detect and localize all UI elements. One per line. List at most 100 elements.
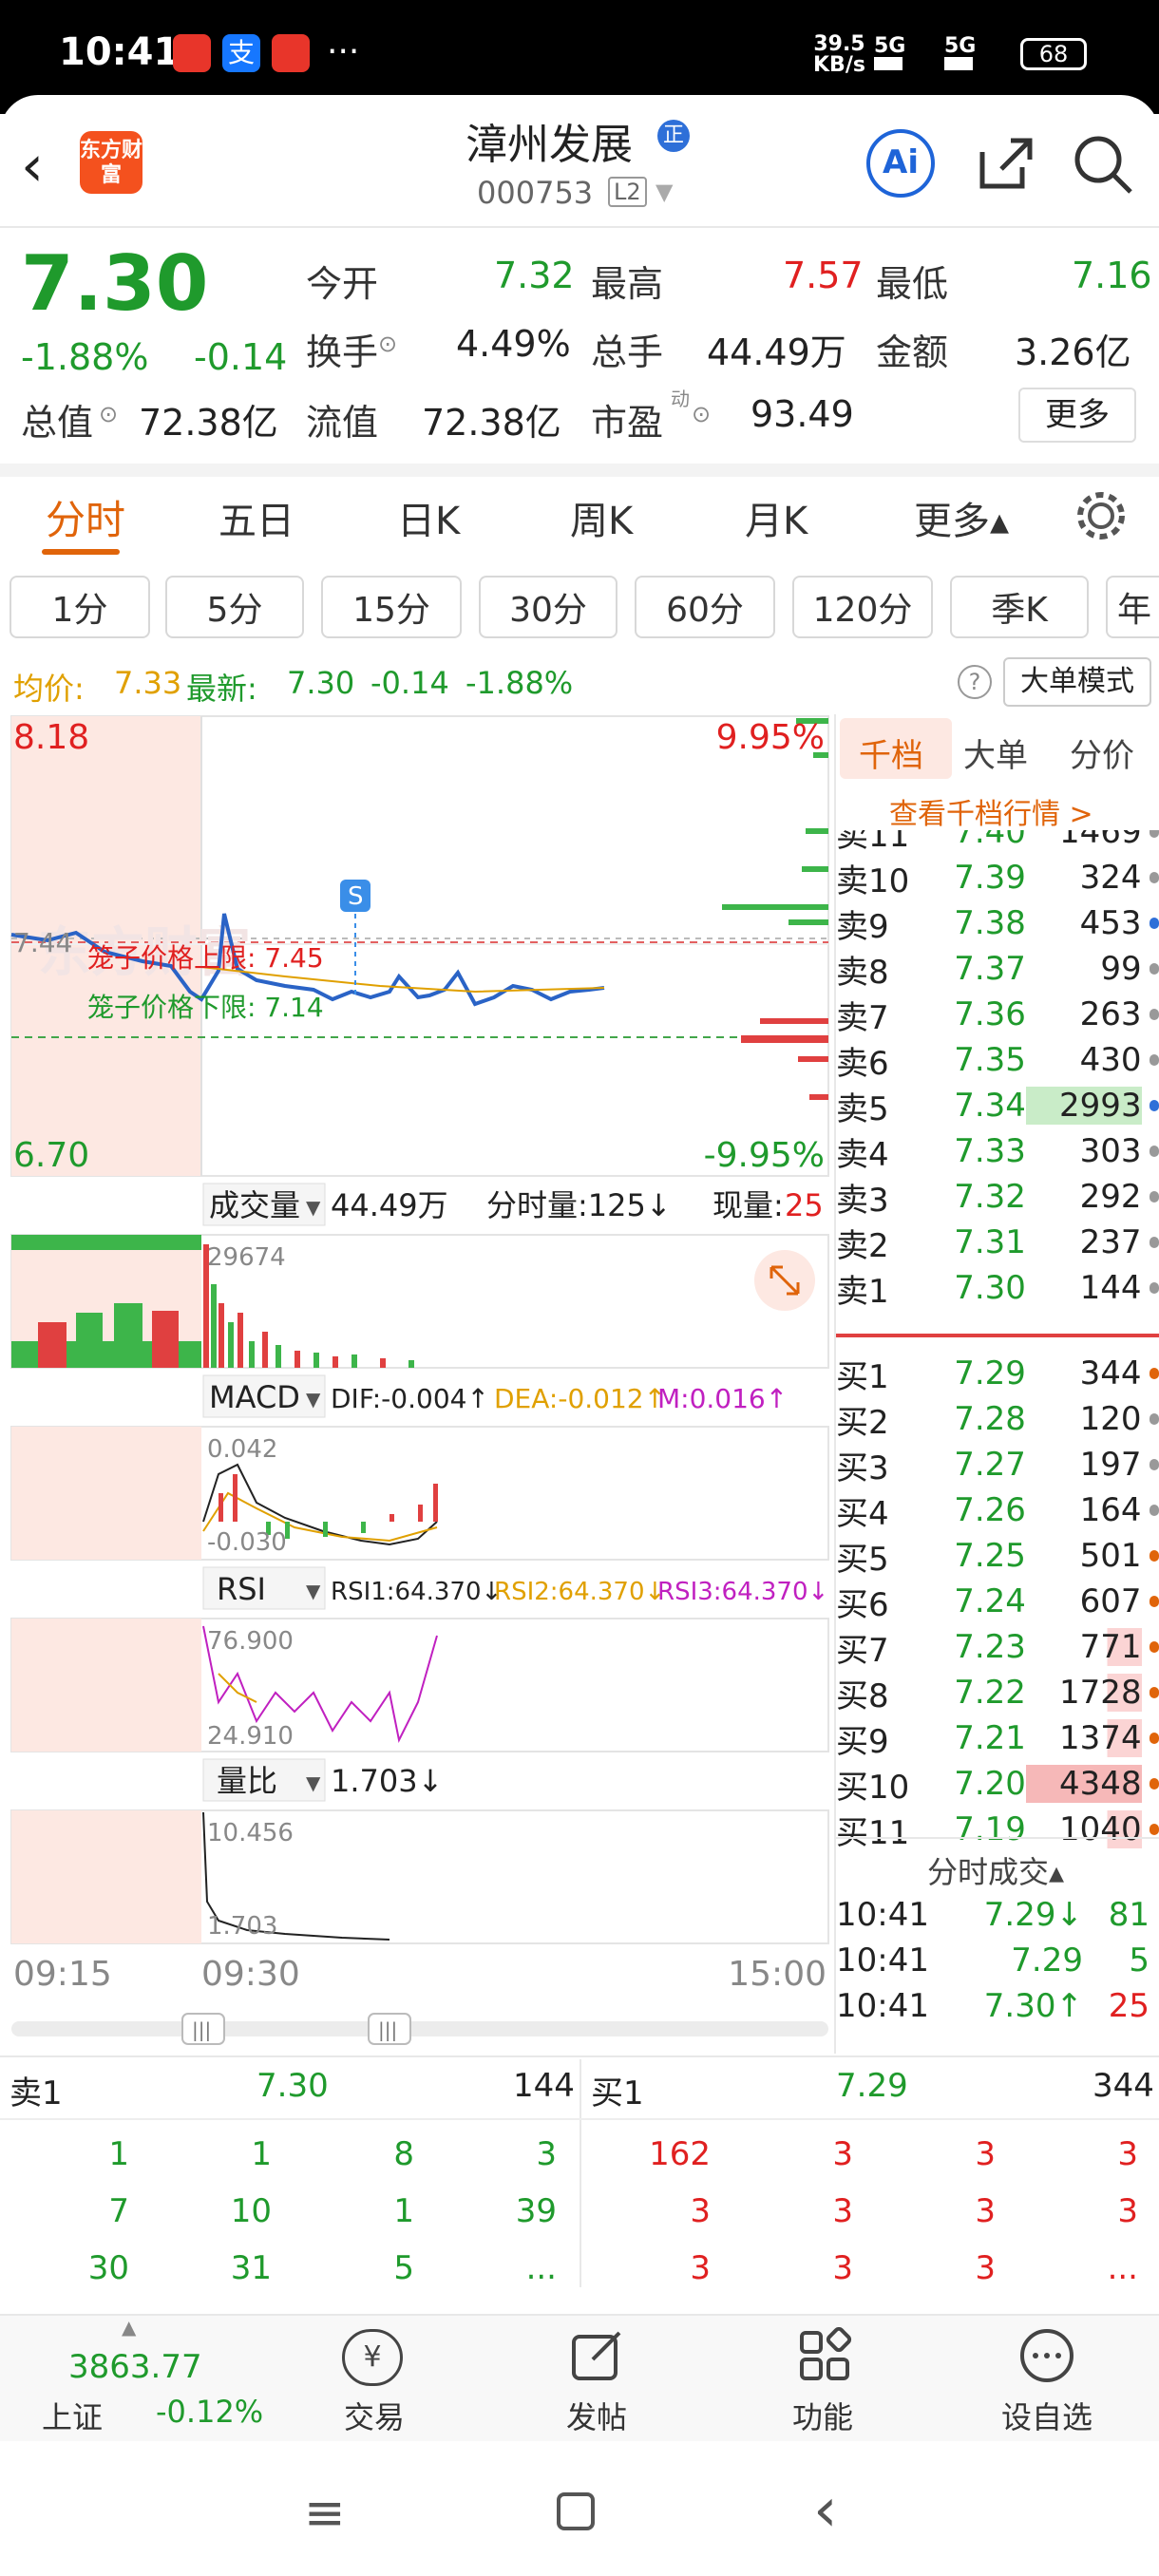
period-30min[interactable]: 30分: [479, 576, 618, 638]
gear-icon[interactable]: [1074, 488, 1129, 543]
ask-row[interactable]: 卖7 7.36 263: [836, 992, 1159, 1037]
back-icon[interactable]: ‹: [21, 133, 44, 199]
level2-badge[interactable]: L2: [608, 177, 647, 207]
macd-dropdown-icon: ▼: [306, 1388, 321, 1411]
order-dot-icon: [1149, 1550, 1159, 1562]
intraday-chart[interactable]: 东方财富 S 8.18 6.70 9.95% -9.95% 7.44 笼子价格上…: [0, 714, 836, 2054]
queue-row: 3 3 3 3: [581, 2183, 1151, 2240]
rsi-dropdown-icon: ▼: [306, 1580, 321, 1602]
nav-trade[interactable]: 交易: [279, 2394, 469, 2437]
bid-book: 买1 7.29 344 买2 7.28 120 买3 7.27 197 买4 7.26 164 买5 7.…: [836, 1351, 1159, 1852]
view-depth-link[interactable]: 查看千档行情 >: [889, 790, 1093, 832]
bid-level: 买10: [836, 1768, 910, 1807]
ask-row[interactable]: 卖3 7.32 292: [836, 1174, 1159, 1220]
bid-row[interactable]: 买9 7.21 1374: [836, 1715, 1159, 1761]
bid-level: 买7: [836, 1631, 889, 1670]
ask-row[interactable]: 卖10 7.39 324: [836, 855, 1159, 900]
bid-row[interactable]: 买5 7.25 501: [836, 1533, 1159, 1579]
nav-functions[interactable]: 功能: [728, 2394, 918, 2437]
mcap-info-icon[interactable]: ⊙: [99, 401, 118, 427]
tick-time: 10:41: [836, 1941, 929, 1979]
bid-row[interactable]: 买10 7.20 4348: [836, 1761, 1159, 1807]
more-quote-button[interactable]: 更多: [1018, 388, 1136, 443]
index-expand-icon[interactable]: ▲: [122, 2316, 136, 2339]
ask-row[interactable]: 卖1 7.30 144: [836, 1265, 1159, 1311]
period-season-k[interactable]: 季K: [950, 576, 1089, 638]
bid-row[interactable]: 买7 7.23 771: [836, 1624, 1159, 1670]
ask-row[interactable]: 卖11 7.40 1469: [836, 830, 1159, 855]
bid-row[interactable]: 买4 7.26 164: [836, 1487, 1159, 1533]
app-logo[interactable]: 东方财富: [80, 131, 142, 194]
tick-time: 10:41: [836, 1896, 929, 1934]
queue-cell: 1: [393, 2192, 414, 2230]
latest-label: 最新:: [186, 671, 257, 707]
bid-volume: 1374: [1025, 1719, 1142, 1757]
order-dot-icon: [1149, 1282, 1159, 1294]
tab-five-day[interactable]: 五日: [218, 490, 294, 545]
help-icon[interactable]: ?: [958, 665, 992, 699]
tab-monthly-k[interactable]: 月K: [745, 490, 808, 545]
order-dot-icon: [1149, 963, 1159, 975]
bid-queue: 162 3 3 3 3 3 3 3 3 3 3...: [581, 2126, 1151, 2297]
order-dot-icon: [1149, 872, 1159, 883]
bid-row[interactable]: 买6 7.24 607: [836, 1579, 1159, 1624]
period-year-k[interactable]: 年: [1106, 576, 1159, 638]
bid-row[interactable]: 买11 7.19 1040: [836, 1807, 1159, 1852]
back-nav-icon[interactable]: ‹: [813, 2475, 838, 2546]
ask-row[interactable]: 卖5 7.34 2993: [836, 1083, 1159, 1128]
svg-text:|||: |||: [378, 2018, 397, 2041]
search-icon[interactable]: [1072, 133, 1134, 196]
period-1min[interactable]: 1分: [10, 576, 150, 638]
period-5min[interactable]: 5分: [165, 576, 304, 638]
ask-row[interactable]: 卖6 7.35 430: [836, 1037, 1159, 1083]
big-order-mode-button[interactable]: 大单模式: [1003, 657, 1151, 707]
ask-row[interactable]: 卖2 7.31 237: [836, 1220, 1159, 1265]
queue-row: 7 10 1 39: [0, 2183, 570, 2240]
mcap-value: 72.38亿: [139, 402, 278, 444]
bid-volume: 164: [1079, 1491, 1142, 1529]
nav-add-watchlist[interactable]: 设自选: [952, 2394, 1142, 2437]
volume-value: 44.49万: [707, 331, 846, 373]
rsi-bottom-label: 24.910: [207, 1722, 294, 1751]
volume-label: 总手: [591, 331, 664, 373]
tab-intraday[interactable]: 分时: [46, 488, 125, 546]
queue-cell: 5: [393, 2249, 414, 2287]
menu-icon[interactable]: ≡: [304, 2485, 346, 2542]
queue-cell: ...: [1107, 2249, 1138, 2287]
bid-row[interactable]: 买3 7.27 197: [836, 1442, 1159, 1487]
rsi3-value: RSI3:64.370↓: [657, 1578, 828, 1606]
tab-more[interactable]: 更多▴: [914, 490, 1009, 545]
order-dot-icon: [1149, 1778, 1159, 1790]
info-icon[interactable]: ⊙: [378, 331, 397, 357]
tab-price-dist[interactable]: 分价: [1070, 729, 1134, 776]
bid-row[interactable]: 买2 7.28 120: [836, 1396, 1159, 1442]
ask-level: 卖7: [836, 998, 889, 1037]
tab-big-order[interactable]: 大单: [963, 729, 1028, 776]
bid-row[interactable]: 买1 7.29 344: [836, 1351, 1159, 1396]
tab-weekly-k[interactable]: 周K: [570, 490, 633, 545]
index-value[interactable]: 3863.77: [68, 2348, 202, 2386]
period-15min[interactable]: 15分: [321, 576, 462, 638]
ask-row[interactable]: 卖4 7.33 303: [836, 1128, 1159, 1174]
period-120min[interactable]: 120分: [792, 576, 933, 638]
tab-thousand-level[interactable]: 千档: [859, 729, 923, 776]
tick-trades-header[interactable]: 分时成交▴: [927, 1848, 1064, 1892]
ask-row[interactable]: 卖9 7.38 453: [836, 900, 1159, 946]
tick-price: 7.29: [1011, 1941, 1083, 1979]
ask-row[interactable]: 卖8 7.37 99: [836, 946, 1159, 992]
bid-price: 7.29: [954, 1354, 1026, 1392]
tick-row: 10:41 7.29 5: [836, 1938, 1159, 1983]
chevron-down-icon[interactable]: ▼: [656, 179, 673, 205]
tab-daily-k[interactable]: 日K: [397, 490, 460, 545]
tick-volume: 81: [1108, 1896, 1150, 1934]
period-60min[interactable]: 60分: [635, 576, 775, 638]
bid-volume: 120: [1079, 1400, 1142, 1438]
ask-volume: 430: [1079, 1041, 1142, 1079]
post-icon: [572, 2331, 621, 2380]
home-icon[interactable]: [557, 2492, 595, 2530]
pe-info-icon[interactable]: ⊙: [692, 401, 711, 427]
ai-button[interactable]: Ai: [866, 129, 935, 198]
bid-row[interactable]: 买8 7.22 1728: [836, 1670, 1159, 1715]
share-icon[interactable]: [975, 133, 1036, 194]
nav-post[interactable]: 发帖: [502, 2394, 692, 2437]
